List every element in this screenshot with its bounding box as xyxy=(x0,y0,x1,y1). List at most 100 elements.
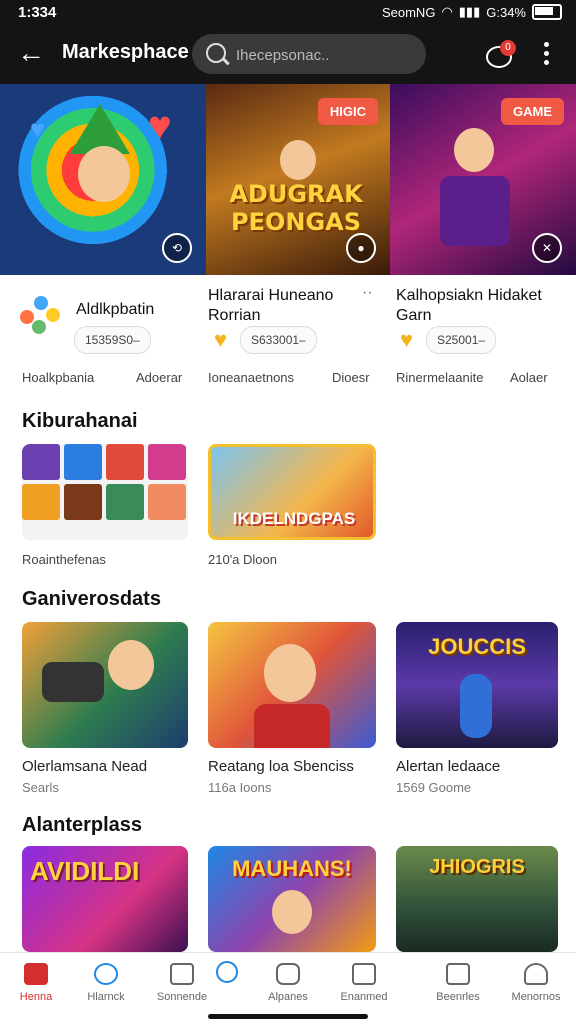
status-time: 1:334 xyxy=(18,4,57,21)
nav-label: Sonnende xyxy=(156,991,208,1003)
featured-name-2[interactable]: Hlararai Huneano Rorrian xyxy=(208,286,358,326)
search-input[interactable] xyxy=(234,42,418,68)
game-thumbnail[interactable] xyxy=(22,622,188,748)
thumbnail-caption: Reatang loa Sbenciss xyxy=(208,758,354,775)
search-icon xyxy=(94,963,118,985)
price-pill-1[interactable]: 15359S0– xyxy=(74,326,151,354)
banner-character xyxy=(454,128,494,172)
nav-inbox[interactable]: Beenrles xyxy=(428,963,488,1013)
status-bar: 1:334 SeomNG ◠ ▮▮▮ G:34% xyxy=(0,0,576,26)
nav-label: Beenrles xyxy=(436,991,480,1003)
heart-icon: ♥ xyxy=(148,104,172,148)
banner-action-icon[interactable]: ✕ xyxy=(532,233,562,263)
status-icons: SeomNG ◠ ▮▮▮ G:34% xyxy=(382,4,562,20)
home-icon xyxy=(24,963,48,985)
nav-label: Hlarnck xyxy=(87,991,125,1003)
map-icon xyxy=(170,963,194,985)
thumbnail-subtitle: 1569 Goome xyxy=(396,780,472,795)
featured-name-3[interactable]: Kalhopsiakn Hidaket Garn xyxy=(396,286,556,326)
game-thumbnail[interactable]: MAUHANS! xyxy=(208,846,376,952)
game-thumbnail[interactable]: JOUCCIS xyxy=(396,622,558,748)
thumbnail-art-title: JOUCCIS xyxy=(428,634,526,659)
meta-label: Dioesr xyxy=(332,370,370,385)
thumbnail-character xyxy=(264,644,316,702)
battery-percent: G:34% xyxy=(486,4,526,20)
game-thumbnail[interactable]: IKDELNDGPAS xyxy=(208,444,376,540)
nav-profile[interactable]: Menornos xyxy=(506,963,566,1013)
banner-action-icon[interactable]: ● xyxy=(346,233,376,263)
game-thumbnail[interactable]: AVIDILDI xyxy=(22,846,188,952)
home-indicator[interactable] xyxy=(208,1014,368,1019)
banner-tag: GAME xyxy=(501,98,564,125)
featured-meta-row: Hoalkpbania Adoerar Ioneanaetnons Dioesr… xyxy=(0,370,576,390)
thumbnail-art-title: AVIDILDI xyxy=(30,856,140,886)
nav-map[interactable]: Sonnende xyxy=(152,963,212,1013)
wifi-icon: ◠ xyxy=(441,4,453,19)
notification-badge: 0 xyxy=(500,40,516,56)
sync-icon[interactable] xyxy=(216,961,238,983)
featured-banner-3[interactable]: GAME ✕ xyxy=(390,84,576,275)
featured-banner-2[interactable]: HIGIC ADUGRAK PEONGAS ● xyxy=(206,84,390,275)
banner-art-title: ADUGRAK PEONGAS xyxy=(229,180,363,236)
nav-label: Enanmed xyxy=(340,991,388,1003)
chart-icon xyxy=(352,963,376,985)
back-arrow-icon[interactable]: ← xyxy=(14,36,48,70)
thumbnail-art-title: MAUHANS! xyxy=(232,856,352,881)
status-carrier: SeomNG xyxy=(381,4,436,20)
more-options-icon[interactable] xyxy=(536,38,556,70)
game-thumbnail[interactable]: JHIOGRIS xyxy=(396,846,558,952)
nav-label: Menornos xyxy=(511,991,561,1003)
thumbnail-subtitle: Searls xyxy=(22,780,59,795)
game-thumbnail[interactable] xyxy=(208,622,376,748)
banner-tag: HIGIC xyxy=(317,98,378,125)
thumbnail-caption: Alertan ledaace xyxy=(396,758,501,775)
app-bar: ← Markesphace 0 xyxy=(0,26,576,84)
nav-wallet[interactable]: Alpanes xyxy=(258,963,318,1013)
banner-action-icon[interactable]: ⟲ xyxy=(162,233,192,263)
meta-label: Hoalkpbania xyxy=(22,370,95,385)
inbox-icon xyxy=(446,963,470,985)
meta-label: Adoerar xyxy=(136,370,183,385)
collage-thumbnail[interactable] xyxy=(22,444,188,540)
featured-banner-1[interactable]: ♥ ♥ ⟲ xyxy=(0,84,206,275)
nav-chart[interactable]: Enanmed xyxy=(334,963,394,1013)
featured-name-1[interactable]: Aldlkpbatin xyxy=(76,300,154,320)
nav-label: Henna xyxy=(19,991,53,1003)
thumbnail-character xyxy=(272,890,312,934)
thumbnail-subtitle: 116a Ioons xyxy=(208,780,272,795)
heart-icon: ♥ xyxy=(30,114,46,144)
app-logo-icon xyxy=(20,296,62,338)
nav-label: Alpanes xyxy=(268,991,308,1003)
search-bar[interactable] xyxy=(192,34,426,74)
profile-icon xyxy=(524,963,548,985)
thumbnail-caption: Roainthefenas xyxy=(22,552,106,567)
chat-button[interactable]: 0 xyxy=(484,40,516,70)
controller-icon xyxy=(42,662,104,702)
search-icon xyxy=(206,43,226,63)
thumbnail-caption: Olerlamsana Nead xyxy=(22,758,148,775)
wallet-icon xyxy=(276,963,300,985)
more-dots-icon[interactable]: ·· xyxy=(362,284,373,302)
price-pill-3[interactable]: S25001– xyxy=(426,326,497,354)
nav-search[interactable]: Hlarnck xyxy=(76,963,136,1013)
meta-label: Aolaer xyxy=(510,370,548,385)
battery-icon xyxy=(532,4,562,20)
thumbnail-character xyxy=(108,640,154,690)
meta-label: Rinermelaanite xyxy=(396,370,484,385)
meta-label: Ioneanaetnons xyxy=(208,370,295,385)
heart-icon: ♥ xyxy=(214,327,228,352)
thumbnail-caption: 210'a Dloon xyxy=(208,552,277,567)
thumbnail-figure xyxy=(254,704,330,748)
banner-character xyxy=(280,140,316,180)
section-title: Alanterplass xyxy=(22,814,143,836)
thumbnail-art-title: JHIOGRIS xyxy=(429,856,525,878)
heart-icon: ♥ xyxy=(400,327,414,352)
nav-home[interactable]: Henna xyxy=(6,963,66,1013)
section-title: Kiburahanai xyxy=(22,410,138,432)
thumbnail-art-title: IKDELNDGPAS xyxy=(232,509,356,528)
price-pill-2[interactable]: S633001– xyxy=(240,326,317,354)
banner-figure xyxy=(440,176,510,246)
banner-character xyxy=(78,146,130,202)
signal-icon: ▮▮▮ xyxy=(458,4,481,19)
section-title: Ganiverosdats xyxy=(22,588,161,610)
